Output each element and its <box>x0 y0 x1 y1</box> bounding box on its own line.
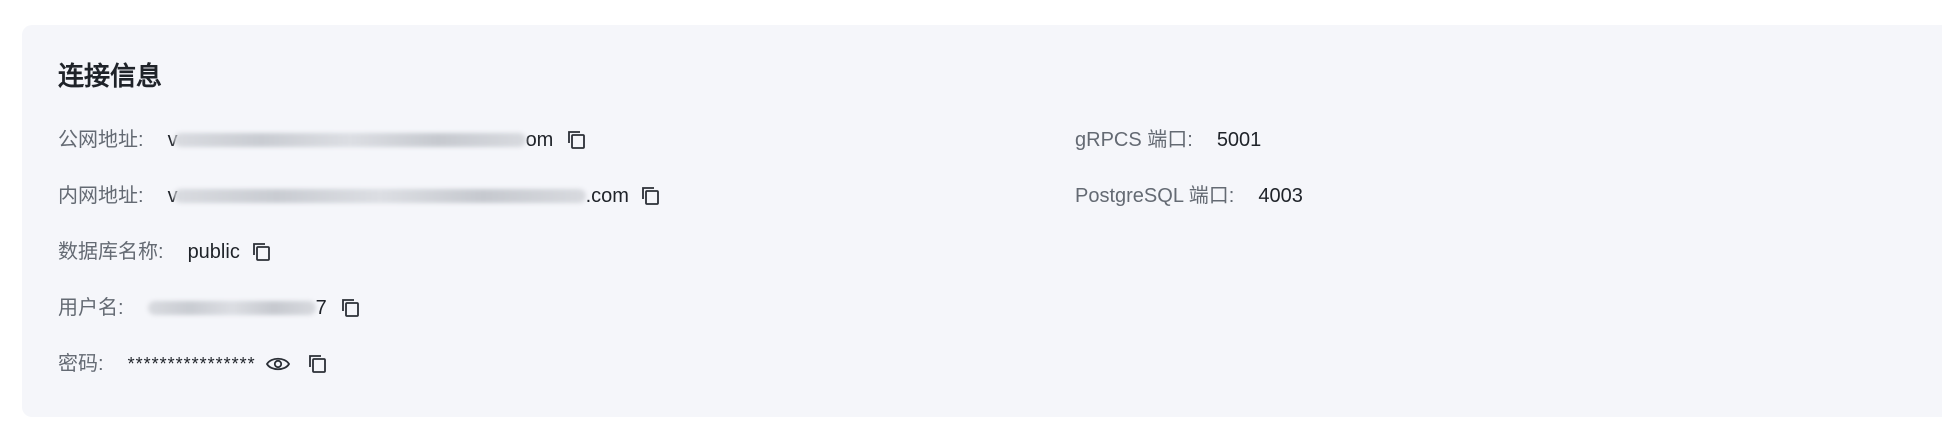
public-address-row: 公网地址: v om <box>58 126 589 154</box>
copy-icon[interactable] <box>637 183 663 209</box>
public-address-suffix: om <box>525 129 554 151</box>
postgresql-port-row: PostgreSQL 端口: 4003 <box>1075 182 1303 210</box>
private-address-row: 内网地址: v .com <box>58 182 663 210</box>
public-address-label: 公网地址: <box>58 129 144 151</box>
copy-icon[interactable] <box>248 239 274 265</box>
section-title: 连接信息 <box>58 61 163 91</box>
grpcs-port-row: gRPCS 端口: 5001 <box>1075 126 1261 154</box>
database-name-row: 数据库名称: public <box>58 238 274 266</box>
copy-icon[interactable] <box>563 127 589 153</box>
connection-info-card: 连接信息 公网地址: v om 内网地址: v .com 数据库名称: publ… <box>22 25 1942 417</box>
username-redacted <box>147 301 316 315</box>
username-row: 用户名: 7 <box>58 294 363 322</box>
password-row: 密码: **************** <box>58 350 330 378</box>
private-address-label: 内网地址: <box>58 185 144 207</box>
postgresql-port-label: PostgreSQL 端口: <box>1075 185 1235 207</box>
private-address-suffix: .com <box>585 185 629 207</box>
copy-icon[interactable] <box>304 351 330 377</box>
postgresql-port-value: 4003 <box>1258 185 1303 207</box>
password-label: 密码: <box>58 353 104 375</box>
grpcs-port-label: gRPCS 端口: <box>1075 129 1193 151</box>
username-label: 用户名: <box>58 297 124 319</box>
grpcs-port-value: 5001 <box>1216 129 1262 151</box>
eye-icon[interactable] <box>264 351 292 377</box>
public-address-redacted <box>173 133 526 147</box>
database-name-value: public <box>187 241 240 263</box>
copy-icon[interactable] <box>337 295 363 321</box>
password-value: **************** <box>127 354 256 374</box>
private-address-redacted <box>173 189 586 203</box>
username-suffix: 7 <box>315 297 327 319</box>
database-name-label: 数据库名称: <box>58 241 164 263</box>
